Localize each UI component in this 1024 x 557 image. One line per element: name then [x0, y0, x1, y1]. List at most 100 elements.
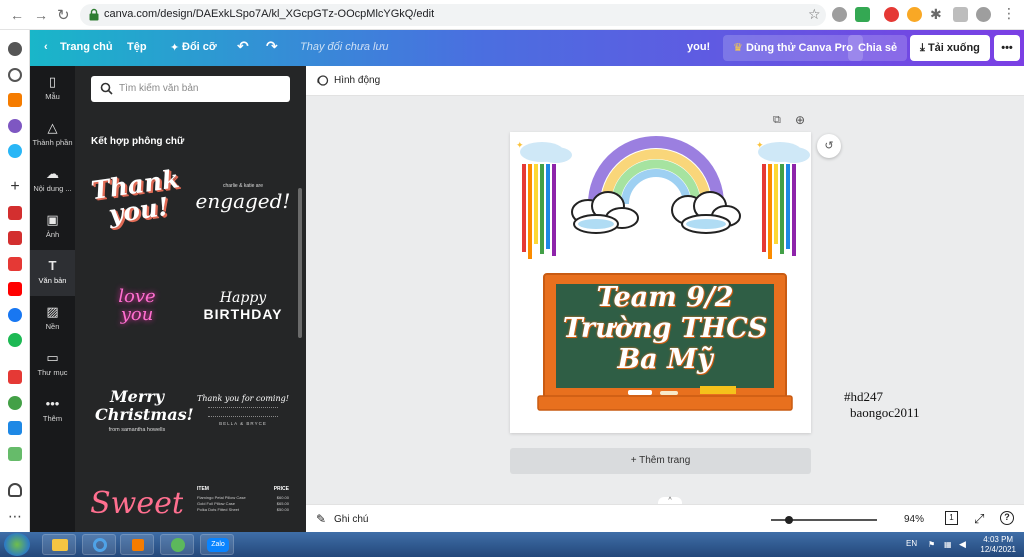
help-icon[interactable]: ?	[1000, 511, 1014, 525]
elements-icon: △	[47, 120, 58, 135]
photo-icon: ▣	[46, 212, 59, 227]
tray-network-icon[interactable]: ▦	[944, 540, 952, 549]
font-combo-love-you[interactable]: love you	[91, 266, 183, 346]
tiki-icon[interactable]	[8, 421, 22, 435]
design-page[interactable]: ✦ ✦ Team 9/2 Trường THCS Ba Mỹ	[510, 132, 811, 433]
tray-volume-icon[interactable]: ◀	[959, 539, 966, 550]
add-page-icon[interactable]: ⊕	[795, 113, 805, 127]
font-combo-thank-you[interactable]: Thank you!	[89, 158, 183, 238]
history-icon[interactable]	[8, 68, 22, 82]
download-extension-icon[interactable]	[855, 7, 870, 22]
file-explorer-icon[interactable]	[42, 534, 76, 555]
crown-icon: ♛	[733, 42, 743, 54]
browser-menu-icon[interactable]: ⋮	[1002, 5, 1016, 22]
font-combo-happy-birthday[interactable]: Happy BIRTHDAY	[197, 266, 289, 346]
nav-text-label: Văn bản	[38, 276, 67, 285]
nav-text[interactable]: T Văn bản	[30, 250, 75, 296]
font-combo-thanks-coming[interactable]: Thank you for coming! BELLA & BRYCE	[197, 370, 289, 450]
nav-elements[interactable]: △ Thành phần	[30, 112, 75, 158]
font-combo-menu[interactable]: ITEM PRICE Flamingo Petal Pillow Case $60…	[197, 486, 289, 532]
reload-icon[interactable]: ↻	[57, 6, 70, 24]
clock-date: 12/4/2021	[980, 545, 1016, 554]
undo-icon[interactable]: ↶	[237, 38, 249, 55]
zoom-slider[interactable]	[771, 516, 877, 524]
nav-folders[interactable]: ▭ Thư mục	[30, 342, 75, 388]
youtube-icon[interactable]	[8, 282, 22, 296]
app-shortcut-icon[interactable]	[8, 447, 22, 461]
notes-button[interactable]: Ghi chú	[334, 514, 368, 525]
add-shortcut-icon[interactable]: +	[8, 179, 22, 195]
crown-icon[interactable]	[8, 93, 22, 107]
chalkboard-text[interactable]: Team 9/2 Trường THCS Ba Mỹ	[556, 282, 774, 375]
color-extension-icon[interactable]	[907, 7, 922, 22]
settings-gear-icon[interactable]	[8, 42, 22, 56]
back-home-chevron-icon[interactable]: ‹	[44, 41, 48, 53]
nav-uploads[interactable]: ☁ Nội dung ...	[30, 158, 75, 204]
resize-button[interactable]: Đổi cỡ	[182, 41, 217, 53]
system-clock[interactable]: 4:03 PM 12/4/2021	[980, 535, 1016, 555]
redo-icon[interactable]: ↷	[266, 38, 278, 55]
facebook-icon[interactable]	[8, 308, 22, 322]
bookmark-star-icon[interactable]: ☆	[808, 6, 821, 23]
media-player-icon[interactable]	[120, 534, 154, 555]
notes-icon: ✎	[316, 512, 327, 526]
more-options-button[interactable]: •••	[994, 35, 1020, 61]
shopping-icon[interactable]	[8, 370, 22, 384]
add-page-button[interactable]: + Thêm trang	[510, 448, 811, 474]
address-bar[interactable]: canva.com/design/DAExkLSpo7A/kl_XGcpGTz-…	[80, 4, 826, 26]
duplicate-page-icon[interactable]: ⧉	[773, 114, 781, 127]
zoom-level[interactable]: 94%	[904, 514, 924, 525]
merry-christmas-text: Merry Christmas!	[95, 386, 194, 424]
sweet-text: Sweet	[91, 485, 183, 521]
coccoc-browser-icon[interactable]	[160, 534, 194, 555]
board-line-3: Ba Mỹ	[617, 344, 713, 375]
design-title[interactable]: you!	[687, 41, 710, 53]
try-pro-button[interactable]: ♛ Dùng thử Canva Pro	[723, 35, 863, 61]
download-label: Tải xuống	[927, 42, 980, 54]
board-line-2: Trường THCS	[562, 313, 768, 344]
font-combo-merry-christmas[interactable]: Merry Christmas! from samantha howells	[91, 370, 194, 450]
nav-background[interactable]: ▨ Nền	[30, 296, 75, 342]
chat-icon[interactable]	[8, 396, 22, 410]
media-icon[interactable]	[953, 7, 968, 22]
panel-scrollbar[interactable]	[298, 188, 302, 338]
zoom-slider-handle[interactable]	[785, 516, 793, 524]
extensions-puzzle-icon[interactable]: ✱	[930, 6, 942, 23]
internet-explorer-icon[interactable]	[82, 534, 116, 555]
nav-photos[interactable]: ▣ Ảnh	[30, 204, 75, 250]
animation-button[interactable]: Hình động	[334, 75, 380, 86]
text-search-input[interactable]: Tìm kiếm văn bản	[91, 76, 290, 102]
zalo-app-icon[interactable]: Zalo	[200, 534, 234, 555]
sidebar-more-icon[interactable]: ⋯	[8, 509, 22, 524]
start-orb-icon[interactable]	[4, 533, 30, 556]
menu-header: ITEM PRICE	[197, 486, 289, 492]
download-button[interactable]: ⤓ Tải xuống	[910, 35, 990, 61]
notification-bell-icon[interactable]	[8, 483, 22, 497]
news-shortcut-icon[interactable]	[8, 206, 22, 220]
home-link[interactable]: Trang chủ	[60, 41, 113, 53]
forward-arrow-icon[interactable]: →	[34, 7, 48, 23]
profile-avatar-icon[interactable]	[976, 7, 991, 22]
language-indicator[interactable]: EN	[906, 539, 917, 548]
fullscreen-icon[interactable]: ⤢	[974, 511, 984, 527]
game-shortcut-icon[interactable]	[8, 257, 22, 271]
board-line-1: Team 9/2	[596, 282, 734, 313]
zalo-shortcut-icon[interactable]	[8, 144, 22, 158]
share-button[interactable]: Chia sẻ	[848, 35, 908, 61]
spotify-icon[interactable]	[8, 333, 22, 347]
page-count-indicator[interactable]: 1	[945, 511, 958, 525]
messenger-icon[interactable]	[8, 119, 22, 133]
back-arrow-icon[interactable]: ←	[10, 7, 24, 23]
shield-extension-icon[interactable]	[832, 7, 847, 22]
nav-templates[interactable]: ▯ Mẫu	[30, 66, 75, 112]
text-icon: T	[48, 258, 57, 273]
news-shortcut-2-icon[interactable]	[8, 231, 22, 245]
font-combo-sweet[interactable]: Sweet	[91, 474, 183, 532]
tray-flag-icon[interactable]: ⚑	[928, 540, 935, 549]
nav-more[interactable]: ••• Thêm	[30, 388, 75, 434]
watermark-user: baongoc2011	[850, 405, 920, 420]
refresh-design-icon[interactable]: ↺	[817, 134, 841, 158]
file-menu[interactable]: Tệp	[127, 41, 147, 53]
adblock-extension-icon[interactable]	[884, 7, 899, 22]
font-combo-engaged[interactable]: charlie & katie are engaged!	[196, 158, 291, 238]
